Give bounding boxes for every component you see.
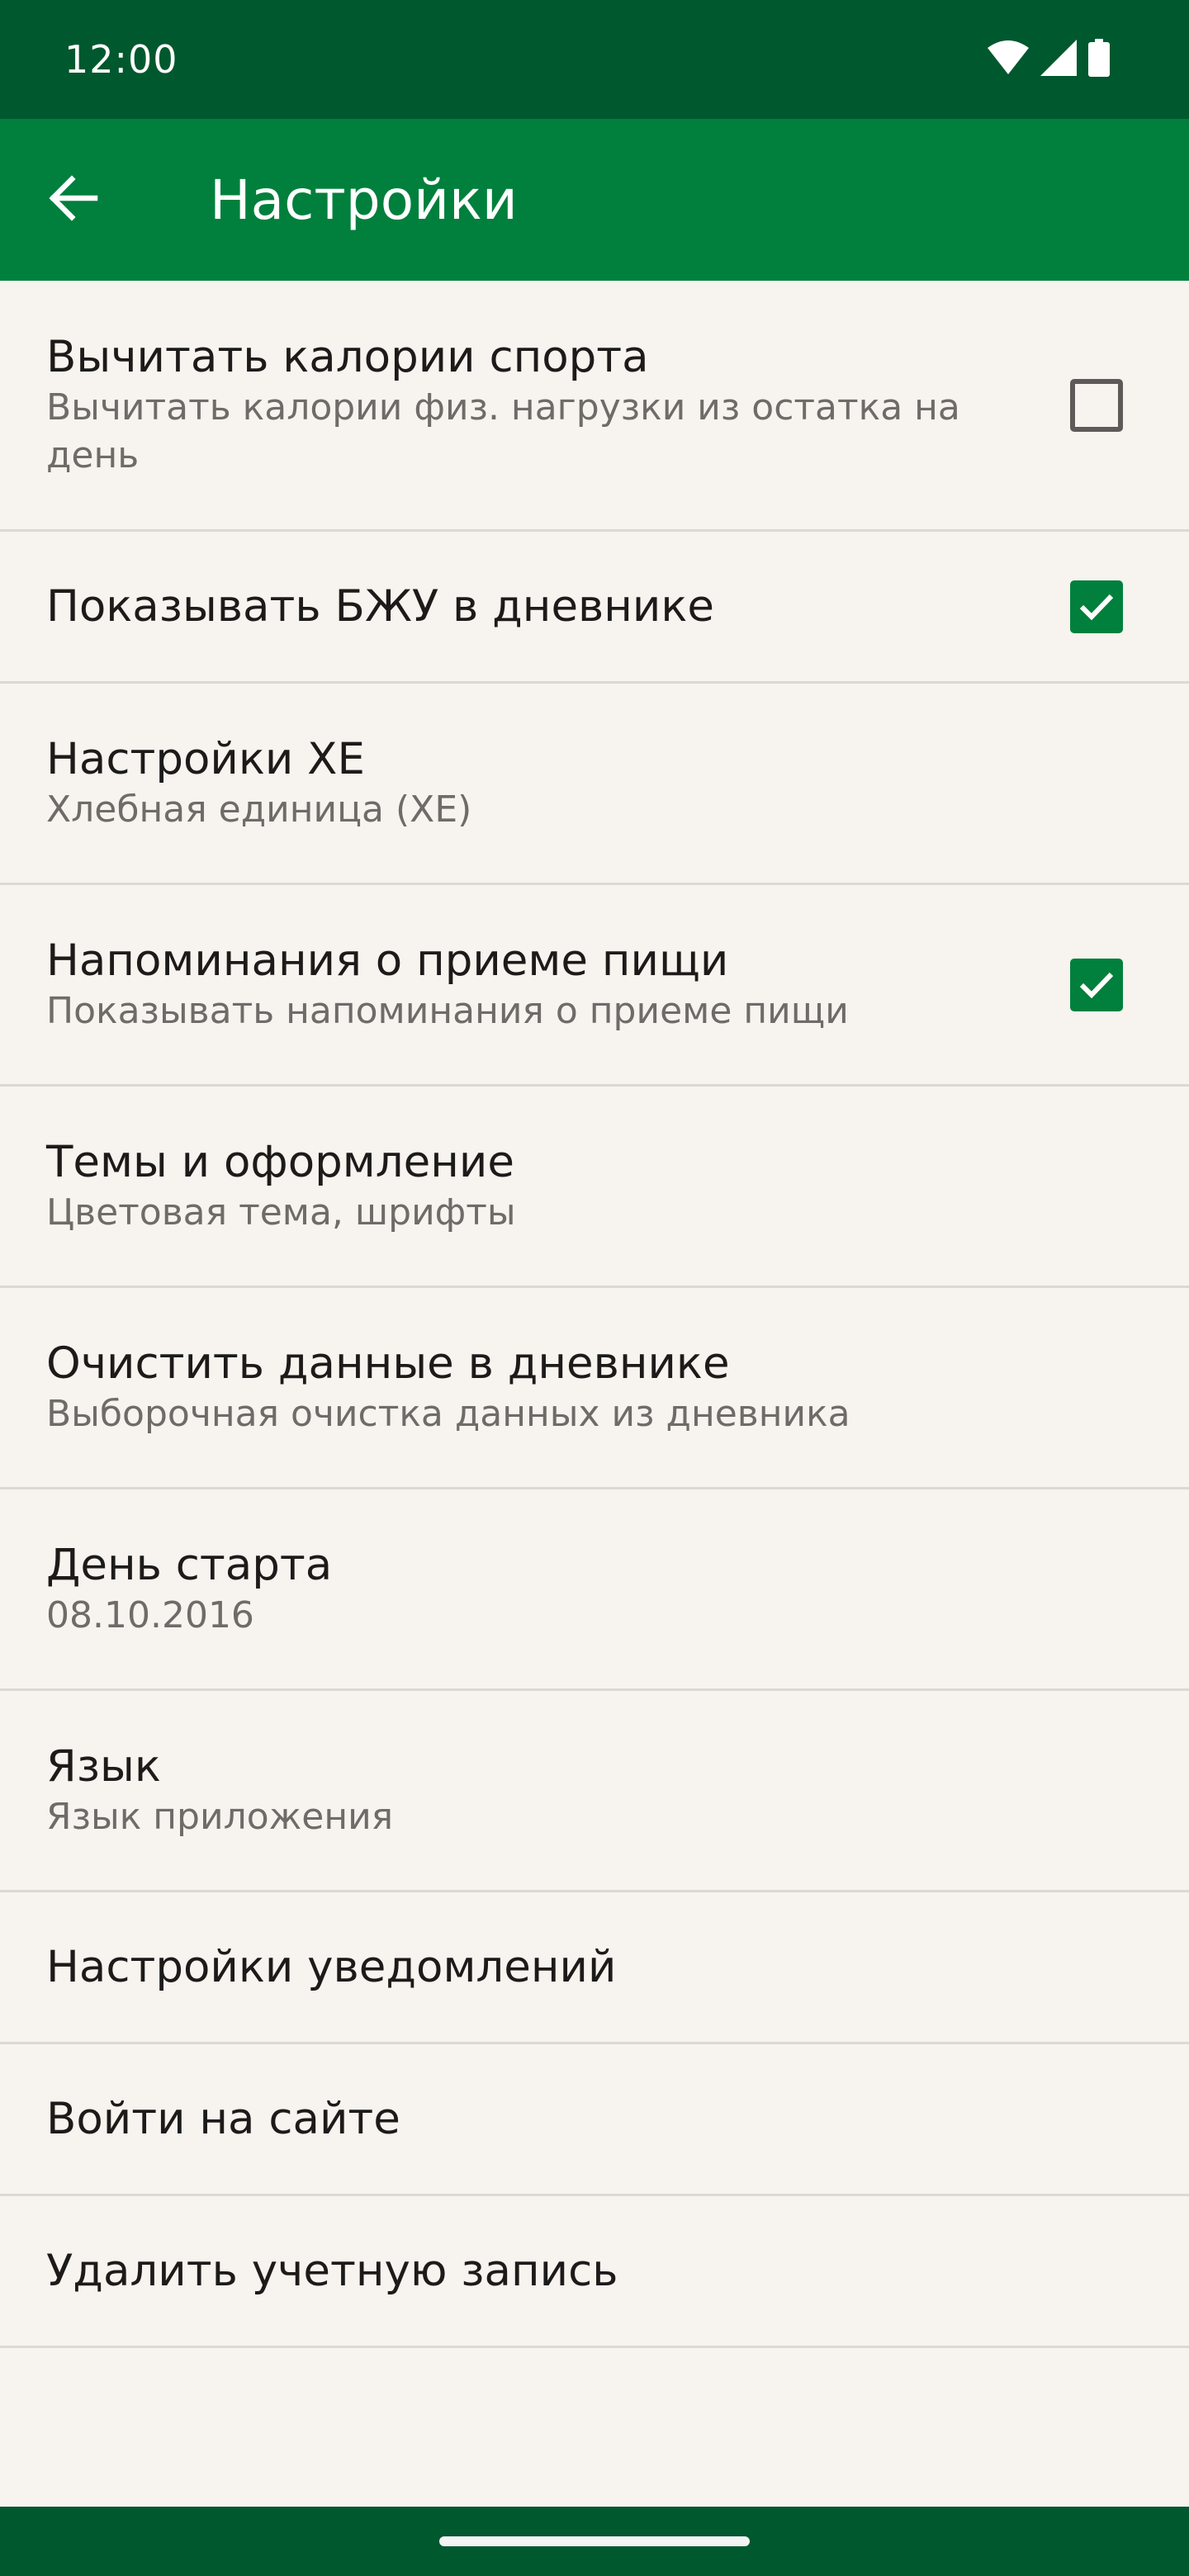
setting-title: Войти на сайте [46,2093,400,2144]
setting-subtitle: 08.10.2016 [46,1593,254,1636]
setting-clear-diary[interactable]: Очистить данные в дневнике Выборочная оч… [0,1288,1189,1489]
setting-subtitle: Цветовая тема, шрифты [46,1191,516,1234]
setting-title: Очистить данные в дневнике [46,1338,730,1389]
setting-subtitle: Язык приложения [46,1795,394,1838]
app-bar: Настройки [0,119,1189,281]
battery-icon [1088,39,1110,80]
arrow-left-icon [47,175,98,225]
settings-list: Вычитать калории спорта Вычитать калории… [0,281,1189,2348]
setting-text: Язык Язык приложения [46,1740,1024,1841]
setting-title: Вычитать калории спорта [46,331,649,382]
setting-text: Напоминания о приеме пищи Показывать нап… [46,935,1024,1035]
setting-subtract-sport-calories[interactable]: Вычитать калории спорта Вычитать калории… [0,281,1189,532]
setting-text: Настройки уведомлений [46,1941,1024,1994]
setting-title: Напоминания о приеме пищи [46,935,729,986]
setting-delete-account[interactable]: Удалить учетную запись [0,2196,1189,2348]
setting-text: Удалить учетную запись [46,2245,1024,2298]
back-button[interactable] [30,157,116,243]
setting-start-day[interactable]: День старта 08.10.2016 [0,1489,1189,1691]
setting-text: День старта 08.10.2016 [46,1539,1024,1640]
home-indicator[interactable] [439,2536,750,2546]
setting-title: Показывать БЖУ в дневнике [46,580,715,632]
setting-title: Настройки ХЕ [46,733,365,784]
setting-sign-in-website[interactable]: Войти на сайте [0,2044,1189,2196]
navigation-bar [0,2507,1189,2576]
setting-title: Темы и оформление [46,1136,514,1187]
setting-text: Показывать БЖУ в дневнике [46,580,1024,633]
status-time: 12:00 [64,37,178,82]
wifi-icon [988,40,1029,79]
setting-language[interactable]: Язык Язык приложения [0,1691,1189,1892]
meal-reminders-checkbox[interactable] [1070,958,1123,1011]
setting-text: Вычитать калории спорта Вычитать калории… [46,331,1024,480]
setting-meal-reminders[interactable]: Напоминания о приеме пищи Показывать нап… [0,885,1189,1087]
cellular-signal-icon [1040,40,1077,79]
setting-text: Темы и оформление Цветовая тема, шрифты [46,1136,1024,1237]
setting-title: День старта [46,1539,333,1590]
setting-title: Настройки уведомлений [46,1941,617,1992]
setting-bread-units[interactable]: Настройки ХЕ Хлебная единица (ХЕ) [0,684,1189,885]
setting-title: Удалить учетную запись [46,2245,618,2296]
show-macros-checkbox[interactable] [1070,580,1123,633]
checkmark-icon [1079,972,1114,998]
page-title: Настройки [210,168,518,232]
setting-subtitle: Хлебная единица (ХЕ) [46,788,472,831]
setting-themes[interactable]: Темы и оформление Цветовая тема, шрифты [0,1087,1189,1288]
status-bar: 12:00 [0,0,1189,119]
checkmark-icon [1079,594,1114,620]
setting-subtitle: Показывать напоминания о приеме пищи [46,989,849,1032]
setting-text: Настройки ХЕ Хлебная единица (ХЕ) [46,733,1024,834]
status-icons [988,39,1110,80]
setting-subtitle: Вычитать калории физ. нагрузки из остатк… [46,386,960,476]
setting-notifications[interactable]: Настройки уведомлений [0,1892,1189,2044]
setting-show-macros[interactable]: Показывать БЖУ в дневнике [0,532,1189,684]
subtract-sport-calories-checkbox[interactable] [1070,378,1123,432]
setting-title: Язык [46,1740,161,1792]
setting-subtitle: Выборочная очистка данных из дневника [46,1392,850,1435]
setting-text: Очистить данные в дневнике Выборочная оч… [46,1338,1024,1438]
setting-text: Войти на сайте [46,2093,1024,2146]
